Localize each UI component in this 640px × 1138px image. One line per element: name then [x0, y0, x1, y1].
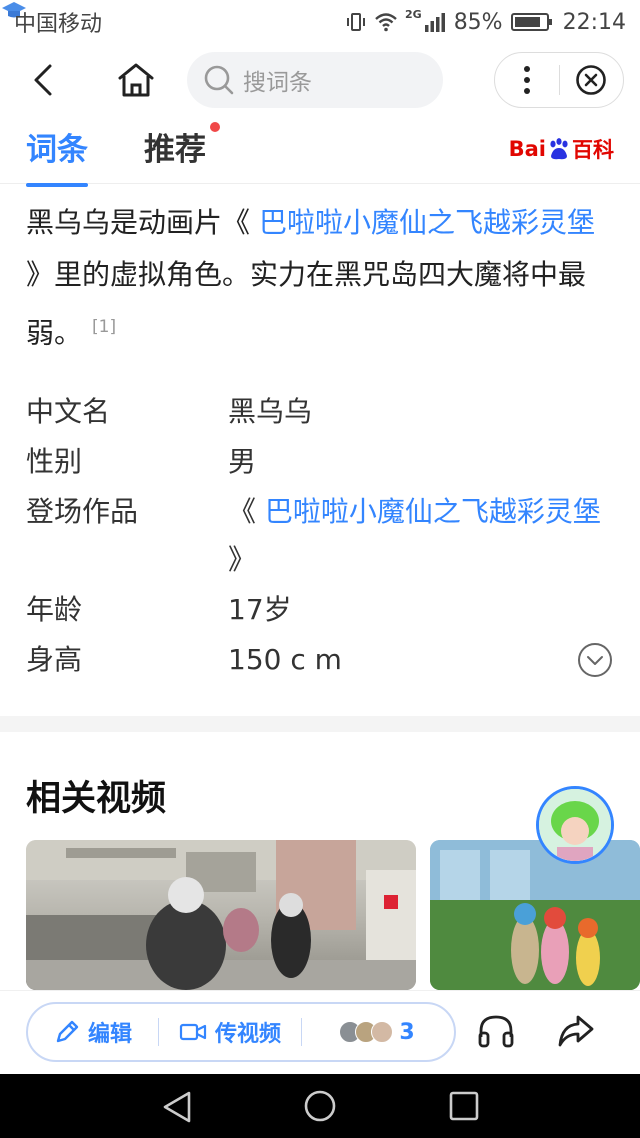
info-key: 登场作品 — [26, 495, 139, 528]
vibrate-icon — [347, 13, 365, 31]
contributors-count: 3 — [399, 1019, 415, 1045]
video-camera-icon — [179, 1023, 207, 1041]
contribute-pill: 编辑 传视频 3 — [26, 1002, 456, 1062]
search-input[interactable]: 搜词条 — [187, 52, 443, 108]
appearance-work-link[interactable]: 巴啦啦小魔仙之飞越彩灵堡 — [265, 495, 601, 528]
expand-info-button[interactable] — [578, 643, 612, 677]
close-button[interactable] — [560, 52, 624, 108]
video-thumbnail-image — [430, 840, 640, 990]
info-row-height: 身高 150 c m — [26, 636, 616, 684]
nav-recent-apps-icon[interactable] — [449, 1091, 479, 1121]
contributor-avatar — [371, 1021, 394, 1043]
close-circle-icon — [576, 65, 607, 95]
basic-info-table: 中文名 黑乌乌 性别 男 登场作品 《 巴啦啦小魔仙之飞越彩灵堡 》 年龄 17… — [26, 388, 616, 686]
tab-entry[interactable]: 词条 — [26, 124, 88, 187]
logo-text-baike: 百科 — [572, 138, 614, 162]
summary-work-link[interactable]: 巴啦啦小魔仙之飞越彩灵堡 — [259, 206, 595, 239]
carrier-name: 中国移动 — [14, 12, 103, 37]
video-thumbnail[interactable] — [430, 840, 640, 990]
section-divider — [0, 716, 640, 732]
share-icon[interactable] — [556, 1011, 596, 1051]
pencil-icon — [56, 1020, 79, 1043]
summary-quote-close: 》 — [26, 258, 55, 291]
info-value: 150 c m — [228, 643, 342, 676]
quote-open: 《 — [228, 495, 257, 528]
headphones-icon[interactable] — [476, 1011, 516, 1051]
summary-quote-open: 《 — [222, 206, 251, 239]
mini-program-capsule — [494, 52, 624, 108]
video-thumbnail[interactable] — [26, 840, 416, 990]
battery-icon — [510, 13, 552, 31]
tab-recommend[interactable]: 推荐 — [144, 124, 206, 169]
search-placeholder: 搜词条 — [243, 70, 312, 96]
info-value: 黑乌乌 — [228, 395, 313, 428]
summary-text-start: 黑乌乌是动画片 — [26, 206, 223, 239]
paw-icon — [550, 138, 568, 160]
quote-close: 》 — [228, 543, 257, 576]
assistant-avatar-image — [539, 789, 611, 861]
reference-link[interactable]: [1] — [92, 317, 116, 337]
nav-back-icon[interactable] — [160, 1090, 194, 1124]
content-tabs: 词条 推荐 Bai 百科 — [0, 116, 640, 187]
logo-text-bai: Bai — [508, 137, 546, 161]
status-bar: 中国移动 2G 85% 22:14 — [0, 0, 640, 44]
info-value: 17岁 — [228, 593, 292, 626]
chevron-down-icon — [587, 656, 603, 665]
home-icon[interactable] — [112, 58, 160, 102]
baidu-baike-logo: Bai 百科 — [509, 134, 614, 164]
info-key: 中文名 — [26, 395, 111, 428]
network-type: 2G — [405, 7, 422, 21]
contributor-avatars — [339, 1021, 394, 1043]
entry-summary: 黑乌乌是动画片《 巴啦啦小魔仙之飞越彩灵堡 》里的虚拟角色。实力在黑咒岛四大魔将… — [26, 197, 616, 359]
related-videos-heading: 相关视频 — [26, 779, 167, 819]
upload-video-button[interactable]: 传视频 — [159, 1002, 301, 1062]
top-nav: 搜词条 — [0, 44, 640, 116]
edit-button[interactable]: 编辑 — [28, 1002, 158, 1062]
battery-percent: 85% — [453, 9, 503, 35]
clock: 22:14 — [562, 9, 626, 35]
more-vertical-icon — [523, 66, 530, 94]
info-value: 男 — [228, 445, 257, 478]
back-icon[interactable] — [22, 58, 66, 102]
info-key: 性别 — [26, 445, 83, 478]
upload-video-label: 传视频 — [214, 1022, 281, 1047]
info-key: 年龄 — [26, 593, 83, 626]
edit-label: 编辑 — [87, 1022, 132, 1047]
info-key: 身高 — [26, 643, 83, 676]
info-row-appearance: 登场作品 《 巴啦啦小魔仙之飞越彩灵堡 》 — [26, 488, 616, 584]
info-row-gender: 性别 男 — [26, 438, 616, 486]
info-row-chinese-name: 中文名 黑乌乌 — [26, 388, 616, 436]
signal-icon — [424, 13, 445, 32]
contributors-button[interactable]: 3 — [302, 1002, 452, 1062]
more-button[interactable] — [495, 52, 559, 108]
assistant-avatar[interactable] — [536, 786, 614, 864]
info-value: 《 巴啦啦小魔仙之飞越彩灵堡 》 — [228, 488, 616, 584]
wifi-icon — [375, 13, 397, 32]
nav-home-icon[interactable] — [303, 1089, 337, 1123]
bottom-action-bar: 编辑 传视频 3 — [0, 990, 640, 1074]
info-row-age: 年龄 17岁 — [26, 586, 616, 634]
notification-dot — [210, 122, 220, 132]
search-icon — [204, 65, 234, 95]
video-thumbnail-image — [26, 840, 416, 990]
system-navigation-bar — [0, 1074, 640, 1138]
